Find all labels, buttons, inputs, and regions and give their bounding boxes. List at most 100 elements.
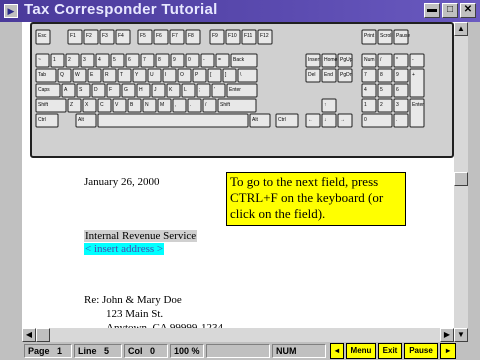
key-r1-11: F11 (241, 29, 257, 45)
key-r2-19: * (393, 53, 409, 68)
svg-text:N: N (145, 102, 149, 108)
key-r1-13: Print (361, 29, 377, 45)
key-r1-4: F4 (115, 29, 131, 45)
key-r5-0: Shift (35, 98, 67, 113)
maximize-button[interactable]: □ (442, 3, 458, 18)
svg-text:2: 2 (68, 57, 71, 63)
svg-text:Shift: Shift (220, 102, 231, 108)
key-r2-3: 3 (80, 53, 95, 68)
key-r4-13: 4 (361, 83, 377, 98)
key-r3-8: I (162, 68, 177, 83)
vertical-scroll-thumb[interactable] (454, 172, 468, 186)
key-r3-13: \ (237, 68, 258, 83)
key-r6-6: → (337, 113, 353, 128)
svg-text:Pause: Pause (396, 33, 410, 39)
key-r2-9: 9 (170, 53, 185, 68)
svg-text:Q: Q (60, 72, 64, 78)
key-r6-1: Alt (75, 113, 97, 128)
key-r4-11: ' (211, 83, 226, 98)
svg-text:.: . (396, 117, 397, 123)
svg-text:↑: ↑ (324, 102, 327, 108)
svg-text:=: = (218, 57, 221, 63)
key-r3-3: E (87, 68, 102, 83)
left-gutter (0, 22, 22, 342)
svg-text:3: 3 (83, 57, 86, 63)
svg-text:5: 5 (113, 57, 116, 63)
keyboard-illustration: Esc F1 F2 F3 F4 F5 F6 F7 F8 F9 F10 F11 F12 Print Scrol… (30, 22, 454, 158)
close-button[interactable]: ✕ (460, 3, 476, 18)
window-title: Tax Corresponder Tutorial (24, 1, 218, 18)
scroll-up-icon[interactable]: ▲ (454, 22, 468, 36)
svg-text:8: 8 (380, 72, 383, 78)
status-bar: Page 1 Line 5 Col 0 100 % NUM ◂ Menu Exi… (22, 342, 480, 360)
svg-text:Enter: Enter (229, 87, 241, 93)
svg-text:F1: F1 (70, 33, 76, 39)
menu-button[interactable]: Menu (346, 343, 376, 359)
key-r3-4: R (102, 68, 117, 83)
horizontal-scrollbar[interactable]: ◀ ▶ (22, 328, 454, 342)
svg-text:Tab: Tab (38, 72, 46, 78)
key-r6-space (97, 113, 249, 128)
key-r3-19: 9 (393, 68, 409, 83)
key-r3-1: Q (57, 68, 72, 83)
line-value: 5 (104, 346, 110, 356)
key-r5-8: , (172, 98, 187, 113)
prev-step-button[interactable]: ◂ (330, 343, 344, 359)
key-r5-1: Z (67, 98, 82, 113)
key-r1-10: F10 (225, 29, 241, 45)
status-blank (206, 344, 270, 358)
svg-text:F11: F11 (244, 33, 252, 39)
key-r3-16: PgDn (337, 68, 353, 83)
svg-text:Home: Home (324, 57, 338, 63)
key-r2-15: Home (321, 53, 338, 68)
vertical-scrollbar[interactable]: ▲ ▼ (454, 22, 468, 342)
key-r3-18: 8 (377, 68, 393, 83)
key-r4-0: Caps (35, 83, 61, 98)
scroll-left-icon[interactable]: ◀ (22, 328, 36, 342)
app-window: ▶ Tax Corresponder Tutorial ▬ □ ✕ Esc F1 F… (0, 0, 480, 360)
key-r1-7: F7 (169, 29, 185, 45)
tutorial-hint-box: To go to the next field, press CTRL+F on… (226, 172, 406, 226)
next-step-button[interactable]: ▸ (440, 343, 456, 359)
key-r5-5: B (127, 98, 142, 113)
key-r3-15: End (321, 68, 337, 83)
svg-text:9: 9 (396, 72, 399, 78)
svg-text:↓: ↓ (324, 117, 327, 123)
recipient-field[interactable]: Internal Revenue Service (84, 230, 198, 242)
address-placeholder-field[interactable]: < insert address > (84, 243, 165, 255)
col-value: 0 (150, 346, 156, 356)
scroll-down-icon[interactable]: ▼ (454, 328, 468, 342)
key-r1-9: F9 (209, 29, 225, 45)
svg-text:6: 6 (396, 87, 399, 93)
svg-text:4: 4 (364, 87, 367, 93)
key-r5-13: 1 (361, 98, 377, 113)
svg-text:Esc: Esc (38, 33, 47, 39)
svg-text:D: D (94, 87, 98, 93)
svg-text:→: → (340, 117, 345, 123)
svg-text:,: , (175, 102, 176, 108)
key-r1-12: F12 (257, 29, 273, 45)
minimize-button[interactable]: ▬ (424, 3, 440, 18)
svg-text:Caps: Caps (38, 87, 50, 93)
key-r3-10: P (192, 68, 207, 83)
key-r2-17: Num (361, 53, 377, 68)
svg-text:9: 9 (173, 57, 176, 63)
app-menu-icon[interactable]: ▶ (4, 4, 18, 18)
key-r1-3: F3 (99, 29, 115, 45)
key-r5-15: 3 (393, 98, 409, 113)
key-r6-7: 0 (361, 113, 393, 128)
key-r1-1: F1 (67, 29, 83, 45)
scroll-right-icon[interactable]: ▶ (440, 328, 454, 342)
key-r3-5: T (117, 68, 132, 83)
key-r3-12: ] (222, 68, 237, 83)
key-r2-16: PgUp (337, 53, 353, 68)
key-r5-6: N (142, 98, 157, 113)
pause-button[interactable]: Pause (404, 343, 438, 359)
title-bar[interactable]: ▶ Tax Corresponder Tutorial ▬ □ ✕ (0, 0, 480, 22)
exit-button[interactable]: Exit (378, 343, 402, 359)
status-num: NUM (272, 344, 326, 358)
svg-text:F12: F12 (260, 33, 269, 39)
status-line: Line 5 (74, 344, 122, 358)
col-label: Col (128, 346, 143, 356)
horizontal-scroll-thumb[interactable] (36, 328, 50, 342)
